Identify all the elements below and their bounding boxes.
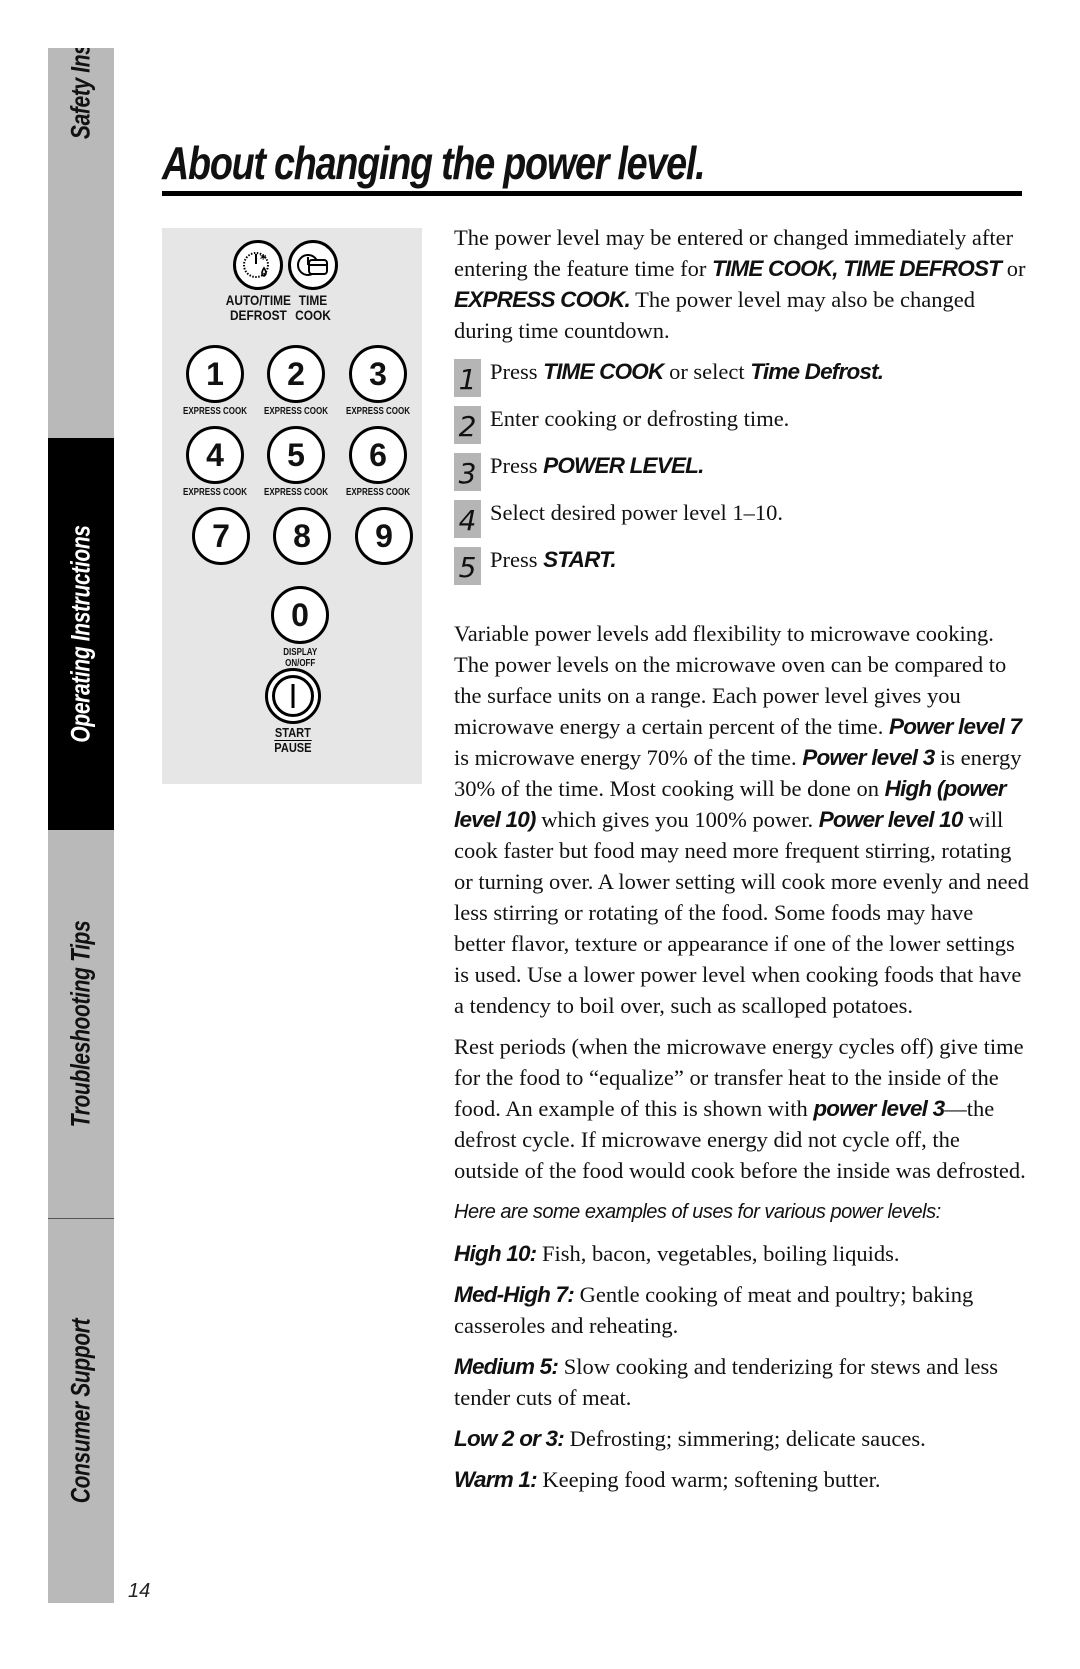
title-rule [162, 191, 1022, 196]
svg-text:*: * [260, 252, 267, 266]
page-number: 14 [128, 1580, 151, 1602]
example-low: Low 2 or 3: Defrosting; simmering; delic… [454, 1426, 926, 1451]
page-title: About changing the power level. [162, 137, 706, 189]
example-med-high: Med-High 7: Gentle cooking of meat and p… [454, 1282, 974, 1338]
step-item: 5 Press START. [454, 547, 1029, 594]
digit-key-2: 2 EXPRESS COOK [256, 345, 336, 417]
digit-key-7: 7 [192, 507, 250, 565]
keypad-illustration: * AUTO/TIME DEFROST TIME COOK 1 EXPRESS … [162, 228, 422, 784]
start-icon [265, 668, 321, 724]
auto-time-defrost-key: * AUTO/TIME DEFROST [220, 240, 297, 323]
rest-periods-paragraph: Rest periods (when the microwave energy … [454, 1034, 1026, 1183]
step-number: 3 [454, 453, 481, 491]
tab-safety-instructions[interactable]: Safety Instructions [48, 48, 114, 438]
digit-key-0: 0 DISPLAY ON/OFF [271, 586, 329, 669]
step-number: 4 [454, 500, 481, 538]
step-number: 2 [454, 406, 481, 444]
key-label: TIME COOK [295, 292, 331, 323]
tab-label: Safety Instructions [65, 48, 96, 140]
time-cook-key: TIME COOK [288, 240, 338, 323]
defrost-clock-icon: * [233, 240, 284, 290]
digit-key-6: 6 EXPRESS COOK [338, 426, 418, 498]
example-warm: Warm 1: Keeping food warm; softening but… [454, 1467, 881, 1492]
tab-label: Operating Instructions [65, 525, 96, 743]
tab-consumer-support[interactable]: Consumer Support [48, 1219, 114, 1603]
step-item: 4 Select desired power level 1–10. [454, 500, 1029, 547]
example-medium: Medium 5: Slow cooking and tenderizing f… [454, 1354, 998, 1410]
tab-label: Consumer Support [65, 1318, 96, 1504]
key-label: START PAUSE [274, 725, 312, 755]
time-cook-icon [288, 240, 338, 290]
digit-key-5: 5 EXPRESS COOK [256, 426, 336, 498]
steps-list: 1 Press TIME COOK or select Time Defrost… [454, 359, 1029, 594]
start-pause-key: START PAUSE [265, 668, 321, 755]
intro-paragraph: The power level may be entered or change… [454, 225, 1026, 343]
step-item: 2 Enter cooking or defrosting time. [454, 406, 1029, 453]
digit-key-9: 9 [355, 507, 413, 565]
tab-label: Troubleshooting Tips [65, 920, 96, 1128]
variable-power-paragraph: Variable power levels add flexibility to… [454, 621, 1029, 1018]
content-column: The power level may be entered or change… [454, 222, 1029, 1495]
key-label: AUTO/TIME DEFROST [225, 292, 291, 323]
section-tabs: Safety Instructions Operating Instructio… [48, 48, 114, 1603]
step-item: 3 Press POWER LEVEL. [454, 453, 1029, 500]
digit-key-8: 8 [273, 507, 331, 565]
step-item: 1 Press TIME COOK or select Time Defrost… [454, 359, 1029, 406]
step-number: 1 [454, 359, 481, 397]
examples-intro: Here are some examples of uses for vario… [454, 1201, 941, 1223]
digit-key-3: 3 EXPRESS COOK [338, 345, 418, 417]
example-high: High 10: Fish, bacon, vegetables, boilin… [454, 1241, 900, 1266]
digit-key-4: 4 EXPRESS COOK [175, 426, 255, 498]
step-number: 5 [454, 547, 481, 585]
digit-key-1: 1 EXPRESS COOK [175, 345, 255, 417]
tab-troubleshooting-tips[interactable]: Troubleshooting Tips [48, 830, 114, 1219]
key-label: DISPLAY ON/OFF [283, 647, 317, 669]
tab-operating-instructions[interactable]: Operating Instructions [48, 438, 114, 830]
